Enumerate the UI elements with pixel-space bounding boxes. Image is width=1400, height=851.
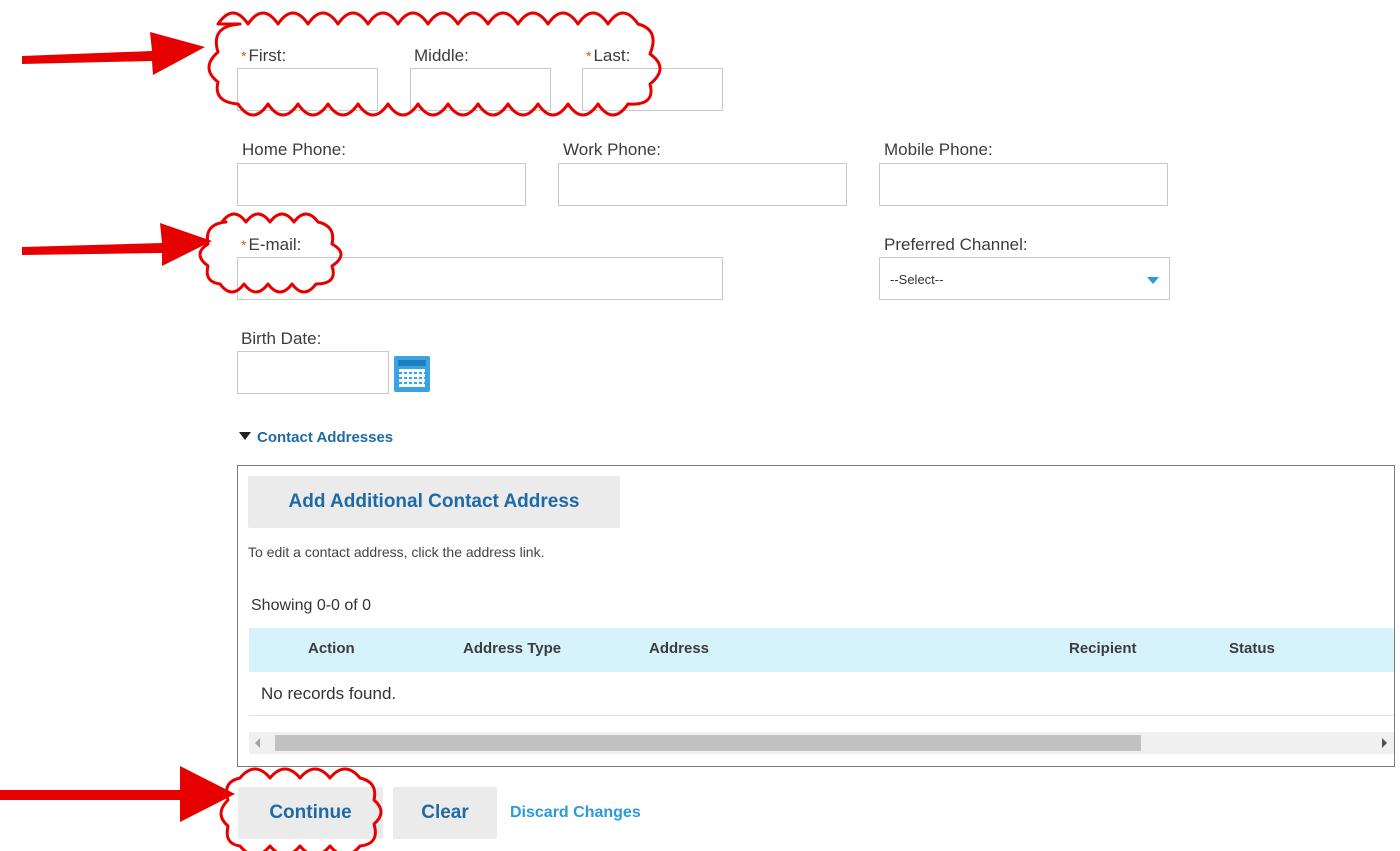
- add-contact-address-button[interactable]: Add Additional Contact Address: [248, 476, 620, 528]
- preferred-channel-select[interactable]: --Select--: [879, 257, 1170, 300]
- annotation-arrow: [0, 766, 235, 822]
- discard-changes-link[interactable]: Discard Changes: [510, 804, 641, 822]
- middle-name-input[interactable]: [410, 68, 551, 111]
- clear-button[interactable]: Clear: [393, 787, 497, 839]
- last-name-label: * Last:: [586, 46, 631, 65]
- continue-button[interactable]: Continue: [238, 787, 383, 839]
- empty-message: No records found.: [261, 684, 397, 703]
- preferred-channel-label: Preferred Channel:: [884, 235, 1028, 254]
- preferred-channel-value: --Select--: [890, 272, 944, 287]
- table-header: Action Address Type Address Recipient St…: [249, 628, 1394, 672]
- annotation-arrow: [22, 223, 212, 266]
- last-name-input[interactable]: [582, 68, 723, 111]
- column-header-recipient[interactable]: Recipient: [1069, 640, 1137, 657]
- birth-date-input[interactable]: [237, 351, 389, 394]
- first-name-input[interactable]: [237, 68, 378, 111]
- required-marker: *: [241, 48, 247, 64]
- contact-addresses-toggle[interactable]: Contact Addresses: [239, 429, 393, 446]
- contact-addresses-panel: Add Additional Contact Address To edit a…: [237, 465, 1395, 767]
- work-phone-input[interactable]: [558, 163, 847, 206]
- scroll-left-icon[interactable]: [255, 738, 260, 748]
- contact-address-hint: To edit a contact address, click the add…: [248, 544, 545, 560]
- home-phone-label: Home Phone:: [242, 140, 346, 159]
- contact-addresses-title: Contact Addresses: [257, 429, 394, 446]
- column-header-address-type[interactable]: Address Type: [463, 640, 561, 657]
- email-input[interactable]: [237, 257, 723, 300]
- results-count: Showing 0-0 of 0: [251, 597, 372, 614]
- mobile-phone-label: Mobile Phone:: [884, 140, 993, 159]
- mobile-phone-input[interactable]: [879, 163, 1168, 206]
- first-name-label: * First:: [241, 46, 287, 65]
- column-header-address[interactable]: Address: [649, 640, 709, 657]
- scrollbar-thumb[interactable]: [275, 735, 1141, 751]
- email-label: * E-mail:: [241, 235, 302, 254]
- scroll-right-icon[interactable]: [1382, 738, 1387, 748]
- home-phone-input[interactable]: [237, 163, 526, 206]
- required-marker: *: [241, 237, 247, 253]
- work-phone-label: Work Phone:: [563, 140, 661, 159]
- horizontal-scrollbar[interactable]: [249, 732, 1394, 754]
- table-row: No records found.: [249, 672, 1394, 716]
- middle-name-label: Middle:: [414, 46, 469, 65]
- column-header-status[interactable]: Status: [1229, 640, 1275, 657]
- required-marker: *: [586, 48, 592, 64]
- column-header-action[interactable]: Action: [308, 640, 355, 657]
- triangle-down-icon: [239, 432, 251, 440]
- chevron-down-icon: [1147, 277, 1159, 284]
- calendar-icon[interactable]: [394, 356, 430, 392]
- annotation-arrow: [22, 32, 205, 75]
- birth-date-label: Birth Date:: [241, 329, 322, 348]
